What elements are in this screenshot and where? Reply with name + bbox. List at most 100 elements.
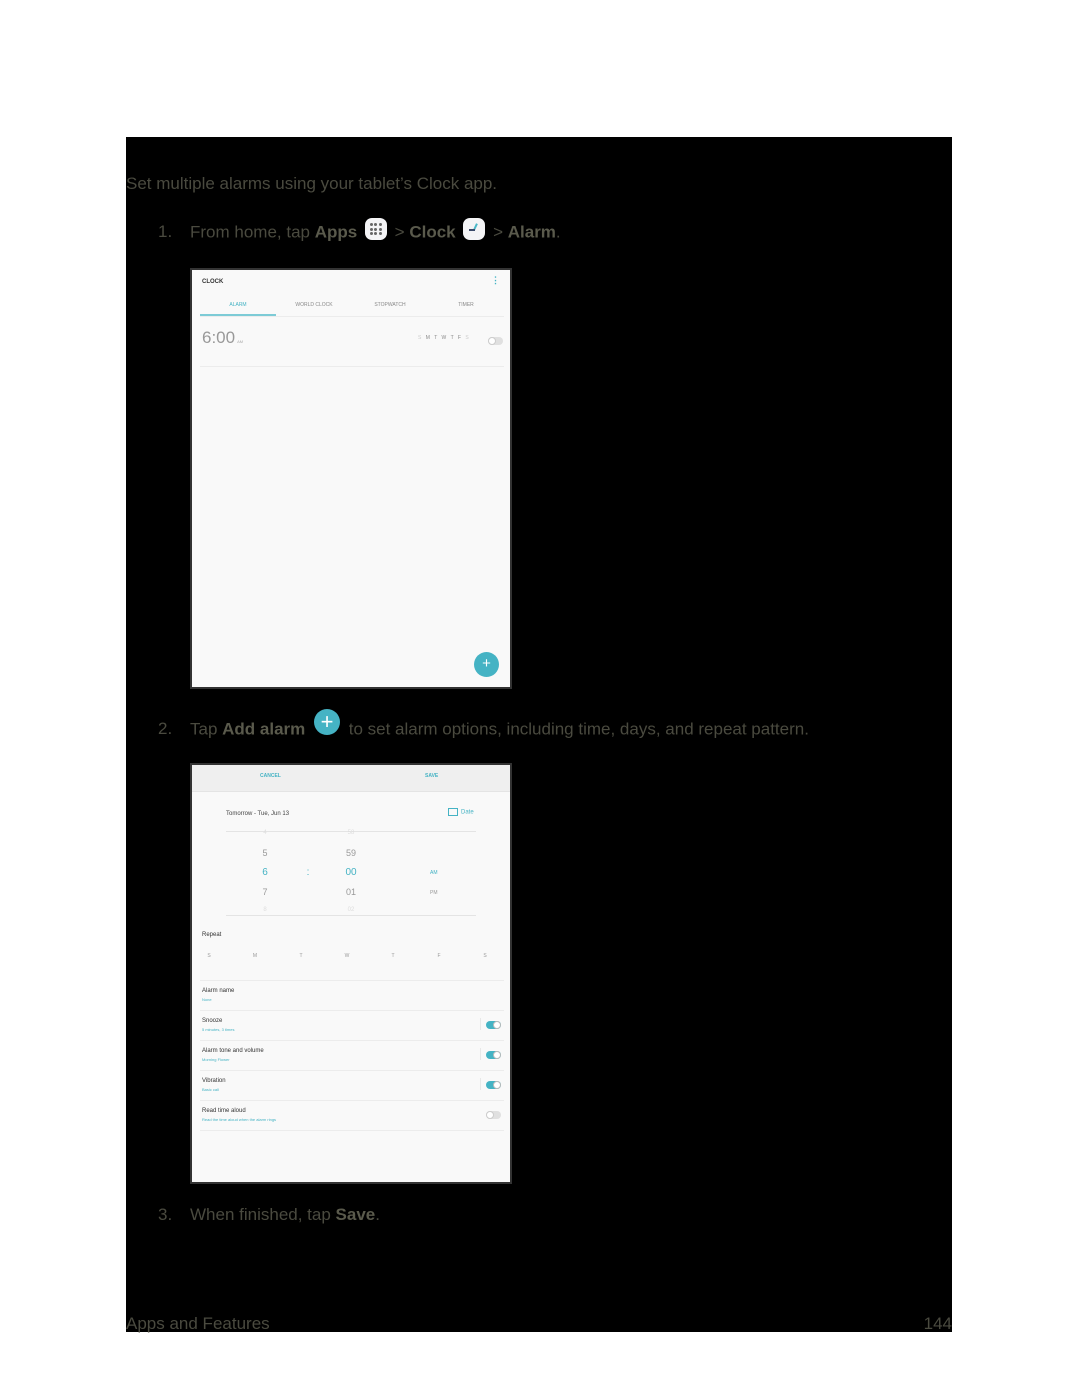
intro-paragraph: Set multiple alarms using your tablet’s …: [126, 174, 498, 193]
minute-option[interactable]: 02: [341, 907, 361, 913]
repeat-day-thursday[interactable]: T: [386, 953, 400, 959]
tab-alarm[interactable]: ALARM: [200, 298, 276, 316]
repeat-day-monday[interactable]: M: [248, 953, 262, 959]
divider: [480, 1048, 481, 1060]
cancel-button[interactable]: CANCEL: [260, 773, 281, 779]
time-colon: :: [306, 867, 310, 878]
repeat-day-saturday[interactable]: S: [478, 953, 492, 959]
repeat-day-friday[interactable]: F: [432, 953, 446, 959]
minute-option[interactable]: 58: [341, 830, 361, 836]
separator: >: [389, 222, 410, 242]
alarm-ampm: AM: [237, 339, 244, 344]
option-alarm-name[interactable]: Alarm name None: [202, 988, 502, 1018]
am-option[interactable]: AM: [430, 870, 438, 876]
step-3: 3. When finished, tap Save.: [158, 1205, 380, 1225]
add-alarm-label: Add alarm: [222, 719, 306, 739]
separator: >: [488, 222, 508, 242]
repeat-label: Repeat: [202, 932, 222, 938]
alarm-label: Alarm: [507, 222, 556, 242]
divider: [200, 1100, 504, 1101]
alarm-time-value: 6:00: [202, 328, 236, 347]
minute-option[interactable]: 01: [341, 887, 361, 897]
step-text: to set alarm options, including time, da…: [344, 719, 809, 739]
page-number: 144: [923, 1314, 952, 1333]
step-2: 2. Tap Add alarm + to set alarm options, …: [158, 709, 809, 743]
alarm-toggle[interactable]: [488, 336, 503, 345]
step-number: 1.: [158, 222, 173, 242]
divider: [200, 1010, 504, 1011]
option-vibration[interactable]: Vibration Basic call: [202, 1078, 502, 1108]
step-number: 2.: [158, 719, 173, 739]
hour-selected[interactable]: 6: [255, 867, 275, 878]
days-weekdays: M T W T F: [425, 335, 463, 341]
hour-option[interactable]: 8: [255, 907, 275, 913]
hour-option[interactable]: 5: [255, 848, 275, 858]
footer-section-title: Apps and Features: [126, 1314, 270, 1333]
add-alarm-button[interactable]: +: [474, 652, 499, 677]
divider: [200, 1040, 504, 1041]
save-label: Save: [335, 1205, 376, 1224]
step-text: From home, tap: [190, 222, 315, 242]
divider: [200, 1130, 504, 1131]
calendar-icon: [448, 808, 458, 816]
option-title: Snooze: [202, 1018, 223, 1024]
period: .: [375, 1205, 380, 1224]
hour-option[interactable]: 4: [255, 830, 275, 836]
date-button[interactable]: Date: [448, 808, 474, 816]
apps-grid-icon: [364, 218, 387, 240]
time-picker[interactable]: 4 5 6 7 8 : 58 59 00 01 02 AM PM: [226, 830, 476, 916]
day-sunday: S: [418, 335, 423, 341]
divider: [200, 1070, 504, 1071]
option-title: Alarm name: [202, 988, 235, 994]
more-vert-icon[interactable]: ⋮: [491, 276, 500, 285]
option-value: Basic call: [202, 1087, 219, 1092]
divider: [200, 980, 504, 981]
minute-selected[interactable]: 00: [341, 867, 361, 878]
divider: [480, 1078, 481, 1090]
alarm-days: S M T W T F S: [418, 335, 470, 341]
alarm-list-item[interactable]: 6:00 AM S M T W T F S: [200, 318, 504, 367]
clock-app-screenshot: CLOCK ⋮ ALARM WORLD CLOCK STOPWATCH TIME…: [190, 268, 512, 689]
tab-timer[interactable]: TIMER: [428, 298, 504, 316]
clock-app-icon: [463, 218, 486, 240]
alarm-date-text: Tomorrow - Tue, Jun 13: [226, 811, 290, 817]
step-1: 1. From home, tap Apps > Clock > Alarm.: [158, 218, 561, 244]
action-bar: CANCEL SAVE: [192, 765, 510, 792]
step-number: 3.: [158, 1205, 173, 1224]
option-value: 5 minutes, 3 times: [202, 1027, 235, 1032]
date-button-label: Date: [461, 809, 474, 816]
repeat-day-wednesday[interactable]: W: [340, 953, 354, 959]
save-button[interactable]: SAVE: [425, 773, 438, 779]
option-value: Read the time aloud when the alarm rings: [202, 1117, 277, 1122]
plus-icon: +: [482, 655, 491, 672]
alarm-tone-toggle[interactable]: [486, 1050, 501, 1059]
repeat-day-sunday[interactable]: S: [202, 953, 216, 959]
option-title: Alarm tone and volume: [202, 1048, 264, 1054]
option-value: None: [202, 997, 212, 1002]
minute-option[interactable]: 59: [341, 848, 361, 858]
tab-stopwatch[interactable]: STOPWATCH: [352, 298, 428, 316]
read-time-aloud-toggle[interactable]: [486, 1110, 501, 1119]
document-page: Set multiple alarms using your tablet’s …: [126, 137, 952, 1333]
repeat-day-tuesday[interactable]: T: [294, 953, 308, 959]
option-alarm-tone[interactable]: Alarm tone and volume Morning Flower: [202, 1048, 502, 1078]
pm-option[interactable]: PM: [430, 890, 438, 896]
apps-label: Apps: [314, 222, 358, 242]
option-title: Read time aloud: [202, 1108, 246, 1114]
vibration-toggle[interactable]: [486, 1080, 501, 1089]
alarm-time: 6:00 AM: [202, 328, 243, 348]
option-read-time-aloud[interactable]: Read time aloud Read the time aloud when…: [202, 1108, 502, 1138]
add-alarm-screenshot: CANCEL SAVE Tomorrow - Tue, Jun 13 Date …: [190, 763, 512, 1184]
add-alarm-icon: +: [314, 709, 341, 735]
step-text: When finished, tap: [190, 1205, 336, 1224]
divider: [480, 1018, 481, 1030]
option-title: Vibration: [202, 1078, 226, 1084]
tab-world-clock[interactable]: WORLD CLOCK: [276, 298, 352, 316]
period: .: [555, 222, 561, 242]
app-title: CLOCK: [202, 279, 224, 285]
snooze-toggle[interactable]: [486, 1020, 501, 1029]
hour-option[interactable]: 7: [255, 887, 275, 897]
option-snooze[interactable]: Snooze 5 minutes, 3 times: [202, 1018, 502, 1048]
step-text: Tap: [190, 719, 223, 739]
option-value: Morning Flower: [202, 1057, 230, 1062]
